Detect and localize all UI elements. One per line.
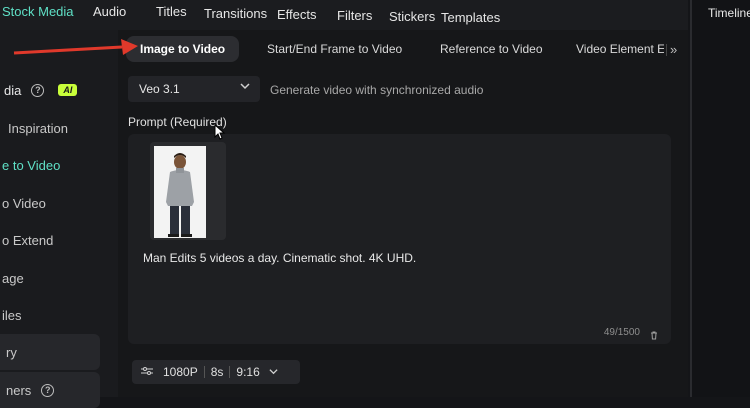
menu-titles[interactable]: Titles [156, 4, 187, 19]
sidebar-header: dia ? AI [0, 78, 78, 102]
timeline-panel: Timeline [690, 0, 750, 397]
resolution-value: 1080P [163, 365, 198, 379]
model-select-value: Veo 3.1 [139, 82, 180, 96]
help-icon[interactable]: ? [31, 83, 45, 97]
tab-divider [666, 44, 667, 56]
character-counter: 49/1500 [603, 327, 640, 338]
sidebar-item-label: ners [6, 382, 32, 398]
chevron-down-icon [240, 81, 250, 94]
duration-value: 8s [210, 365, 224, 379]
divider [229, 366, 231, 378]
sidebar-header-label: dia [4, 82, 22, 98]
top-menu-bar: Stock Media Audio Titles Transitions Eff… [0, 0, 688, 30]
menu-stock-media[interactable]: Stock Media [2, 4, 74, 19]
model-description: Generate video with synchronized audio [270, 83, 484, 97]
timeline-title[interactable]: Timeline [708, 6, 750, 20]
sidebar-item-inspiration[interactable]: Inspiration [0, 110, 100, 146]
more-tabs-icon[interactable]: » [670, 42, 677, 57]
tab-video-element[interactable]: Video Element Ec [576, 36, 664, 62]
chevron-down-icon[interactable] [269, 365, 278, 379]
menu-filters[interactable]: Filters [337, 8, 372, 23]
sidebar-item-label: iles [2, 307, 22, 323]
help-icon[interactable]: ? [41, 383, 55, 397]
tab-image-to-video[interactable]: Image to Video [126, 36, 240, 62]
sidebar-item-files[interactable]: iles [0, 297, 100, 333]
mouse-cursor-icon [214, 124, 226, 140]
menu-templates[interactable]: Templates [441, 10, 500, 25]
sidebar-item-history[interactable]: ry [0, 334, 100, 370]
sidebar-item-label: e to Video [2, 157, 61, 173]
main-panel: Image to Video Start/End Frame to Video … [118, 30, 688, 397]
prompt-text: Man Edits 5 videos a day. Cinematic shot… [143, 251, 417, 265]
aspect-ratio-value: 9:16 [236, 365, 260, 379]
sidebar-item-label: o Extend [2, 232, 54, 248]
sidebar-item-label: ry [6, 344, 17, 360]
trash-icon[interactable] [649, 327, 659, 340]
model-select[interactable]: Veo 3.1 [128, 76, 260, 102]
ai-badge: AI [58, 84, 78, 96]
menu-stickers[interactable]: Stickers [389, 9, 435, 24]
sidebar-item-label: o Video [2, 195, 46, 211]
divider [203, 366, 205, 378]
menu-effects[interactable]: Effects [277, 7, 317, 22]
prompt-input[interactable]: Man Edits 5 videos a day. Cinematic shot… [128, 134, 671, 344]
sidebar-item-others[interactable]: ners ? [0, 372, 100, 408]
prompt-label: Prompt (Required) [128, 115, 227, 129]
sidebar: dia ? AI Inspiration e to Video o Video … [0, 30, 118, 408]
sliders-icon[interactable] [141, 365, 153, 379]
sidebar-item-image[interactable]: age [0, 260, 100, 296]
menu-audio[interactable]: Audio [93, 4, 126, 19]
sidebar-item-video-extend[interactable]: o Extend [0, 222, 100, 258]
sidebar-item-image-to-video[interactable]: e to Video [0, 147, 100, 183]
reference-image-thumbnail[interactable] [150, 142, 226, 240]
uploaded-image [154, 146, 206, 238]
sidebar-item-label: Inspiration [8, 120, 68, 136]
tab-reference-to-video[interactable]: Reference to Video [440, 36, 543, 62]
tab-start-end-frame[interactable]: Start/End Frame to Video [267, 36, 402, 62]
menu-transitions[interactable]: Transitions [204, 6, 267, 21]
sidebar-item-text-to-video[interactable]: o Video [0, 185, 100, 221]
generation-settings[interactable]: 1080P 8s 9:16 [132, 360, 300, 384]
sidebar-item-label: age [2, 270, 24, 286]
